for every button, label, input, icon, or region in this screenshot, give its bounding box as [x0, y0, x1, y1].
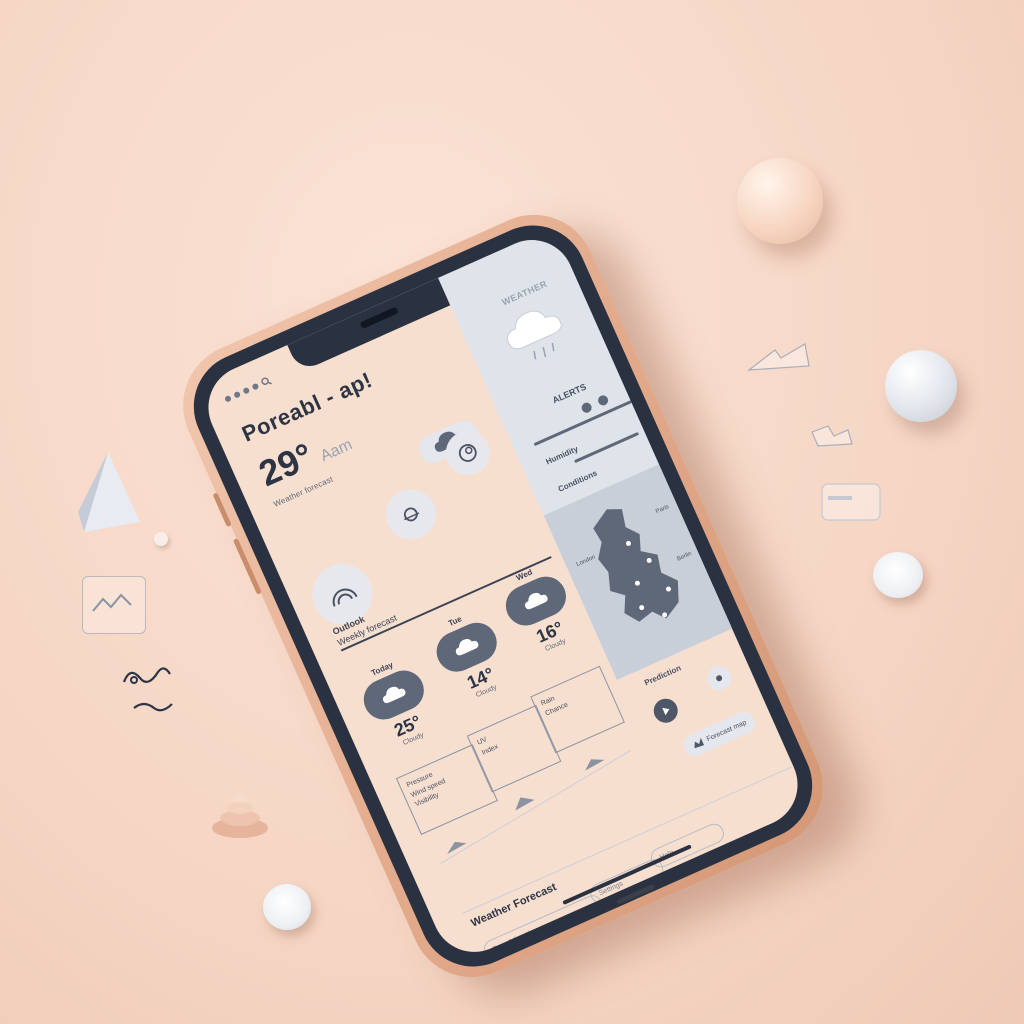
panel-item-humidity: Humidity — [544, 444, 580, 467]
chip-label: Forecast map — [705, 718, 748, 743]
map-icon — [593, 509, 679, 622]
cloud-icon — [524, 592, 548, 610]
search-location-input[interactable]: Search location — [480, 892, 606, 963]
forecast-day[interactable]: Today 25° Cloudy — [348, 650, 448, 757]
weather-map[interactable]: London Paris Berlin — [543, 456, 751, 680]
status-dot — [251, 382, 260, 391]
status-dot — [233, 390, 242, 399]
status-dot — [242, 386, 251, 395]
speaker — [359, 306, 399, 330]
prediction-label: Prediction — [642, 663, 683, 688]
slider-handle[interactable] — [580, 401, 594, 415]
play-button[interactable] — [649, 694, 682, 727]
moon-icon — [458, 444, 477, 462]
bottom-divider — [462, 766, 792, 914]
record-button[interactable] — [703, 662, 735, 695]
phone-bezel: WEATHER ALERTS Humidity Conditions Londo… — [176, 208, 830, 984]
detail-text: UV Index — [468, 706, 549, 766]
status-dot — [224, 394, 232, 403]
slider-handle[interactable] — [596, 393, 610, 407]
panel-item-conditions: Conditions — [556, 468, 599, 494]
play-icon — [662, 707, 670, 716]
search-icon[interactable] — [260, 375, 273, 388]
divider-line — [573, 431, 640, 464]
map-pin-icon — [694, 737, 705, 749]
header-block: Poreabl - ap! 29° Aam Weather forecast — [238, 330, 486, 509]
rainbow-icon — [332, 588, 358, 607]
phone-screen: WEATHER ALERTS Humidity Conditions Londo… — [195, 226, 811, 966]
temperature-unit: Aam — [317, 436, 355, 466]
forecast-map-chip[interactable]: Forecast map — [680, 708, 758, 760]
sun-icon — [403, 507, 420, 522]
cloud-icon — [455, 638, 479, 656]
record-icon — [716, 675, 723, 682]
status-bar-left — [223, 375, 273, 404]
detail-text: Rain Chance — [532, 667, 613, 727]
cloud-icon — [382, 686, 406, 704]
weather-icon-button[interactable] — [377, 481, 444, 548]
phone: WEATHER ALERTS Humidity Conditions Londo… — [163, 194, 843, 998]
phone-scene: WEATHER ALERTS Humidity Conditions Londo… — [0, 0, 1024, 1024]
